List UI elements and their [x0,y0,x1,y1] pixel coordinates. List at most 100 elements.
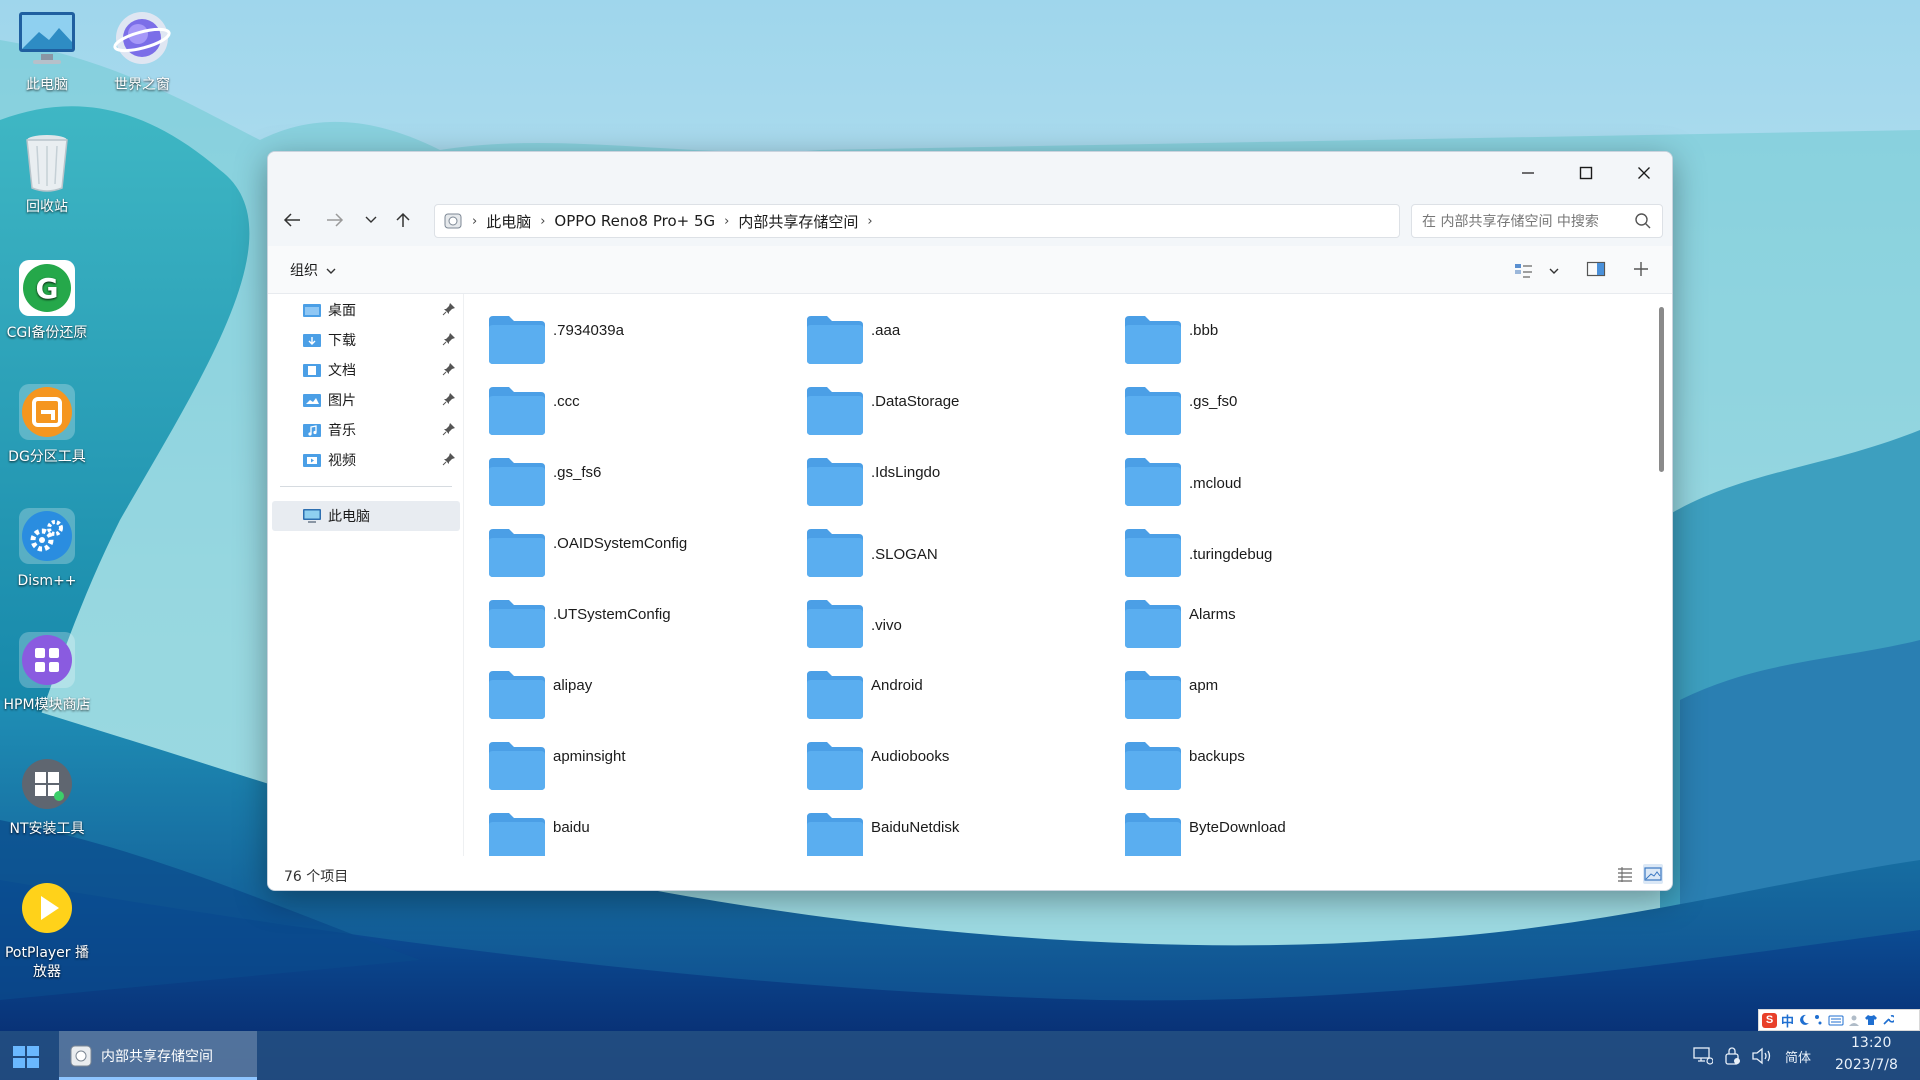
folder-item[interactable]: .aaa [805,308,1115,368]
sidebar-divider [280,486,452,487]
forward-button[interactable] [317,204,353,236]
folder-icon [1125,742,1181,790]
preview-pane-button[interactable] [1586,260,1608,282]
start-button[interactable] [12,1045,40,1074]
folder-item[interactable]: baidu [487,805,797,856]
minimize-button[interactable] [1499,152,1557,194]
details-view-button[interactable] [1616,865,1634,883]
sidebar-item-label: 图片 [328,393,356,409]
keyboard-icon[interactable] [1828,1014,1844,1026]
breadcrumb-item[interactable]: 内部共享存储空间 [738,211,858,232]
folder-name: .bbb [1189,322,1219,339]
volume-icon[interactable] [1751,1047,1773,1065]
scrollbar-thumb[interactable] [1659,307,1664,472]
ime-toolbar[interactable]: S 中 [1758,1009,1920,1031]
folder-item[interactable]: .mcloud [1123,450,1433,510]
folder-item[interactable]: .7934039a [487,308,797,368]
desktop-icon-potplayer[interactable]: PotPlayer 播放器 [0,876,95,982]
folder-item[interactable]: alipay [487,663,797,723]
moon-icon[interactable] [1798,1014,1810,1026]
up-button[interactable] [388,204,418,236]
folder-item[interactable]: backups [1123,734,1433,794]
desktop-icon-label: 世界之窗 [114,77,170,93]
folder-item[interactable]: apm [1123,663,1433,723]
desktop-icon-nt-setup[interactable]: NT安装工具 [0,752,95,839]
folder-videos-icon [303,454,321,467]
folder-downloads-icon [303,334,321,347]
folder-item[interactable]: Android [805,663,1115,723]
folder-item[interactable]: .OAIDSystemConfig [487,521,797,581]
maximize-button[interactable] [1557,152,1615,194]
desktop-icon-recycle-bin[interactable]: 回收站 [0,130,95,217]
folder-item[interactable]: Audiobooks [805,734,1115,794]
sidebar-item-this-pc[interactable]: 此电脑 [272,501,460,531]
folder-item[interactable]: .IdsLingdo [805,450,1115,510]
recent-locations-button[interactable] [358,204,384,236]
folder-item[interactable]: .turingdebug [1123,521,1433,581]
sidebar-item-label: 此电脑 [328,509,370,525]
sidebar-item-downloads[interactable]: 下载 [272,325,460,355]
address-bar[interactable]: › 此电脑 › OPPO Reno8 Pro+ 5G › 内部共享存储空间 › [434,204,1400,238]
desktop-icon-label: 回收站 [26,199,68,215]
back-button[interactable] [274,204,310,236]
desktop-icon-cgi[interactable]: G CGI备份还原 [0,256,95,343]
folder-item[interactable]: .gs_fs0 [1123,379,1433,439]
plus-icon [1634,262,1648,276]
punctuation-icon[interactable] [1814,1014,1824,1026]
preview-pane-icon [1586,261,1606,277]
folder-name: apminsight [553,748,626,765]
ime-mode[interactable]: 简体 [1785,1047,1811,1066]
network-icon[interactable] [1693,1047,1713,1065]
user-icon[interactable] [1848,1014,1860,1026]
security-lock-icon[interactable] [1724,1046,1742,1066]
sidebar-item-desktop[interactable]: 桌面 [272,295,460,325]
folder-icon [807,813,863,856]
folder-item[interactable]: .ccc [487,379,797,439]
breadcrumb-item[interactable]: OPPO Reno8 Pro+ 5G [554,212,715,230]
folder-item[interactable]: ByteDownload [1123,805,1433,856]
folder-item[interactable]: .UTSystemConfig [487,592,797,652]
folder-item[interactable]: .gs_fs6 [487,450,797,510]
desktop-icon-browser[interactable]: 世界之窗 [94,8,190,95]
sidebar-item-pictures[interactable]: 图片 [272,385,460,415]
folder-name: alipay [553,677,593,694]
folder-item[interactable]: apminsight [487,734,797,794]
organize-menu[interactable]: 组织 [290,260,336,280]
skin-shirt-icon[interactable] [1864,1014,1878,1026]
navigation-bar: › 此电脑 › OPPO Reno8 Pro+ 5G › 内部共享存储空间 › … [268,194,1672,246]
folder-item[interactable]: .DataStorage [805,379,1115,439]
desktop-icon-label: 此电脑 [26,77,68,93]
desktop-icon-dism[interactable]: Dism++ [0,504,95,591]
wrench-icon[interactable] [1882,1014,1895,1026]
add-button[interactable] [1632,260,1654,282]
desktop-icon-hpm[interactable]: HPM模块商店 [0,628,95,715]
taskbar-item-explorer[interactable]: 内部共享存储空间 [59,1031,257,1080]
search-box[interactable]: 在 内部共享存储空间 中搜索 [1411,204,1663,238]
folder-name: BaiduNetdisk [871,819,960,836]
sidebar-item-music[interactable]: 音乐 [272,415,460,445]
desktop-icon-label: CGI备份还原 [6,325,88,341]
large-icons-view-button[interactable] [1643,864,1663,884]
desktop-icon-this-pc[interactable]: 此电脑 [0,8,95,95]
close-button[interactable] [1615,152,1672,194]
folder-item[interactable]: Alarms [1123,592,1433,652]
folder-item[interactable]: .SLOGAN [805,521,1115,581]
clock-time[interactable]: 13:20 [1851,1035,1891,1051]
folder-name: .DataStorage [871,393,960,410]
folder-icon [807,529,863,577]
gears-icon [19,508,75,564]
sidebar-item-videos[interactable]: 视频 [272,445,460,475]
ime-language[interactable]: 中 [1781,1011,1794,1030]
folder-item[interactable]: BaiduNetdisk [805,805,1115,856]
folder-music-icon [303,424,321,437]
breadcrumb-separator: › [867,213,873,229]
folder-item[interactable]: .vivo [805,592,1115,652]
view-options-button[interactable] [1514,260,1564,282]
clock-date[interactable]: 2023/7/8 [1835,1057,1898,1073]
device-icon [70,1045,92,1066]
breadcrumb-item[interactable]: 此电脑 [486,211,531,232]
desktop-icon-diskgenius[interactable]: DG分区工具 [0,380,95,467]
folder-item[interactable]: .bbb [1123,308,1433,368]
sidebar-item-documents[interactable]: 文档 [272,355,460,385]
folder-icon [489,813,545,856]
